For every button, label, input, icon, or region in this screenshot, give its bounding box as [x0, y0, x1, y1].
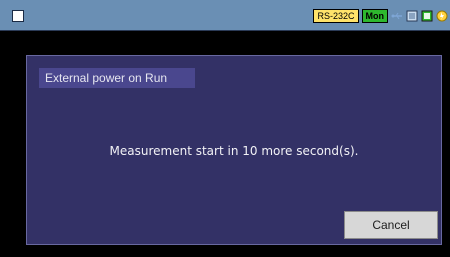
power-icon: [436, 10, 448, 22]
mode-badge: Mon: [361, 9, 388, 23]
menu-square-icon[interactable]: [12, 10, 24, 22]
storage-icon: [421, 10, 433, 22]
dialog-title: External power on Run: [39, 68, 195, 88]
status-indicators: RS-232C Mon: [313, 9, 448, 23]
usb-icon: [391, 10, 403, 22]
network-icon: [406, 10, 418, 22]
external-power-dialog: External power on Run Measurement start …: [26, 55, 442, 245]
interface-badge: RS-232C: [313, 9, 359, 23]
cancel-button[interactable]: Cancel: [344, 211, 438, 239]
dialog-message: Measurement start in 10 more second(s).: [109, 144, 359, 158]
device-screen: RS-232C Mon External power on Run Measur…: [0, 0, 450, 257]
status-bar: RS-232C Mon: [0, 0, 450, 31]
